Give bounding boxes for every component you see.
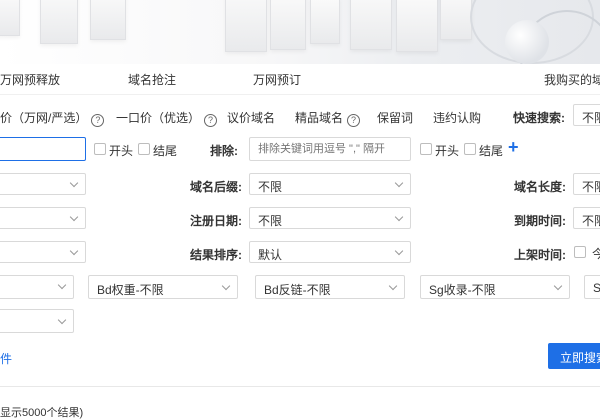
reg-date-label: 注册日期: — [190, 214, 242, 228]
listed-today-label: 今 — [592, 247, 600, 261]
bd-weight-select[interactable]: Bd权重-不限 — [88, 275, 238, 299]
exclude-start-label: 开头 — [435, 144, 460, 158]
banner-decor — [350, 0, 392, 50]
tab-label: 议价域名 — [227, 111, 276, 125]
extra-select[interactable] — [0, 309, 74, 333]
chevron-down-icon — [221, 281, 231, 291]
quick-search-value: 不限 — [582, 111, 600, 125]
chevron-down-icon — [388, 281, 398, 291]
reg-date-value: 不限 — [258, 214, 283, 228]
exclude-label: 排除: — [210, 144, 238, 158]
top-banner — [0, 0, 600, 64]
banner-decor — [505, 20, 549, 64]
keyword-input[interactable] — [0, 137, 86, 161]
expire-select[interactable]: 不限 — [573, 207, 600, 229]
nav-item-my-purchases[interactable]: 我购买的域 — [544, 71, 600, 88]
filter-select[interactable] — [0, 241, 86, 263]
sort-label: 结果排序: — [190, 248, 242, 262]
tab-reserved-words[interactable]: 保留词 — [377, 109, 413, 126]
sort-select[interactable]: 默认 — [249, 241, 411, 263]
tab-default-subscribe[interactable]: 违约认购 — [433, 109, 481, 126]
length-label: 域名长度: — [514, 180, 566, 194]
length-select[interactable]: 不限 — [573, 173, 600, 195]
nav-item-snatch[interactable]: 域名抢注 — [128, 71, 176, 88]
exclude-input[interactable] — [249, 137, 411, 161]
filter-select[interactable] — [0, 207, 86, 229]
tab-label: 价（万网/严选） — [0, 111, 88, 125]
filter-select[interactable] — [0, 173, 86, 195]
tab-label: 违约认购 — [433, 111, 482, 125]
keyword-start-checkbox[interactable] — [94, 143, 106, 155]
sg-index-select[interactable]: Sg收录-不限 — [420, 275, 570, 299]
reg-date-select[interactable]: 不限 — [249, 207, 411, 229]
banner-decor — [225, 0, 267, 52]
divider — [0, 386, 600, 387]
suffix-label: 域名后缀: — [190, 180, 242, 194]
keyword-end-checkbox[interactable] — [138, 143, 150, 155]
chevron-down-icon — [394, 178, 404, 188]
chevron-down-icon — [553, 281, 563, 291]
sort-value: 默认 — [258, 248, 283, 262]
chevron-down-icon — [394, 246, 404, 256]
tab-buy-now[interactable]: 价（万网/严选）? — [0, 109, 105, 127]
quick-search-select[interactable]: 不限 — [573, 104, 600, 126]
s-metric-value: S — [593, 281, 600, 295]
sg-index-value: Sg收录-不限 — [429, 283, 496, 297]
add-exclude-icon[interactable]: + — [508, 137, 519, 157]
banner-decor — [40, 0, 78, 44]
tab-premium[interactable]: 精品域名? — [295, 109, 361, 127]
expire-value: 不限 — [582, 214, 600, 228]
quick-search-label: 快速搜索: — [513, 111, 565, 125]
search-button[interactable]: 立即搜索 — [548, 343, 600, 369]
listed-label: 上架时间: — [514, 248, 566, 262]
tab-label: 一口价（优选） — [116, 111, 201, 125]
exclude-start-checkbox[interactable] — [420, 143, 432, 155]
s-metric-select[interactable]: S — [584, 275, 600, 299]
chevron-down-icon — [57, 315, 67, 325]
listed-today-checkbox[interactable] — [574, 246, 586, 258]
tab-negotiable[interactable]: 议价域名 — [227, 109, 275, 126]
category-nav: 万网预释放 域名抢注 万网预订 我购买的域 — [0, 64, 600, 95]
length-value: 不限 — [582, 180, 600, 194]
suffix-select[interactable]: 不限 — [249, 173, 411, 195]
nav-item-reserve[interactable]: 万网预订 — [253, 71, 301, 88]
keyword-start-label: 开头 — [109, 144, 134, 158]
banner-decor — [270, 0, 306, 50]
nav-item-prerelease[interactable]: 万网预释放 — [0, 71, 60, 88]
metric-select[interactable] — [0, 275, 74, 299]
keyword-end-label: 结尾 — [153, 144, 178, 158]
exclude-end-checkbox[interactable] — [464, 143, 476, 155]
banner-decor — [0, 0, 20, 36]
more-filters-link[interactable]: 件 — [0, 350, 12, 367]
exclude-end-label: 结尾 — [479, 144, 504, 158]
banner-decor — [310, 0, 340, 44]
help-icon[interactable]: ? — [347, 114, 361, 127]
bd-backlink-select[interactable]: Bd反链-不限 — [255, 275, 405, 299]
chevron-down-icon — [69, 212, 79, 222]
tab-fixed-price[interactable]: 一口价（优选）? — [116, 109, 218, 127]
bd-backlink-value: Bd反链-不限 — [264, 283, 331, 297]
help-icon[interactable]: ? — [91, 114, 105, 127]
suffix-value: 不限 — [258, 180, 283, 194]
chevron-down-icon — [69, 246, 79, 256]
banner-decor — [396, 0, 438, 52]
search-button-label: 立即搜索 — [560, 351, 600, 365]
chevron-down-icon — [57, 280, 67, 290]
bd-weight-value: Bd权重-不限 — [97, 283, 164, 297]
expire-label: 到期时间: — [514, 214, 566, 228]
chevron-down-icon — [69, 178, 79, 188]
help-icon[interactable]: ? — [204, 114, 218, 127]
tab-label: 保留词 — [377, 111, 414, 125]
result-count-note: 显示5000个结果) — [0, 407, 84, 419]
tab-label: 精品域名 — [295, 111, 344, 125]
chevron-down-icon — [394, 212, 404, 222]
banner-decor — [90, 0, 126, 40]
banner-decor — [440, 0, 472, 40]
